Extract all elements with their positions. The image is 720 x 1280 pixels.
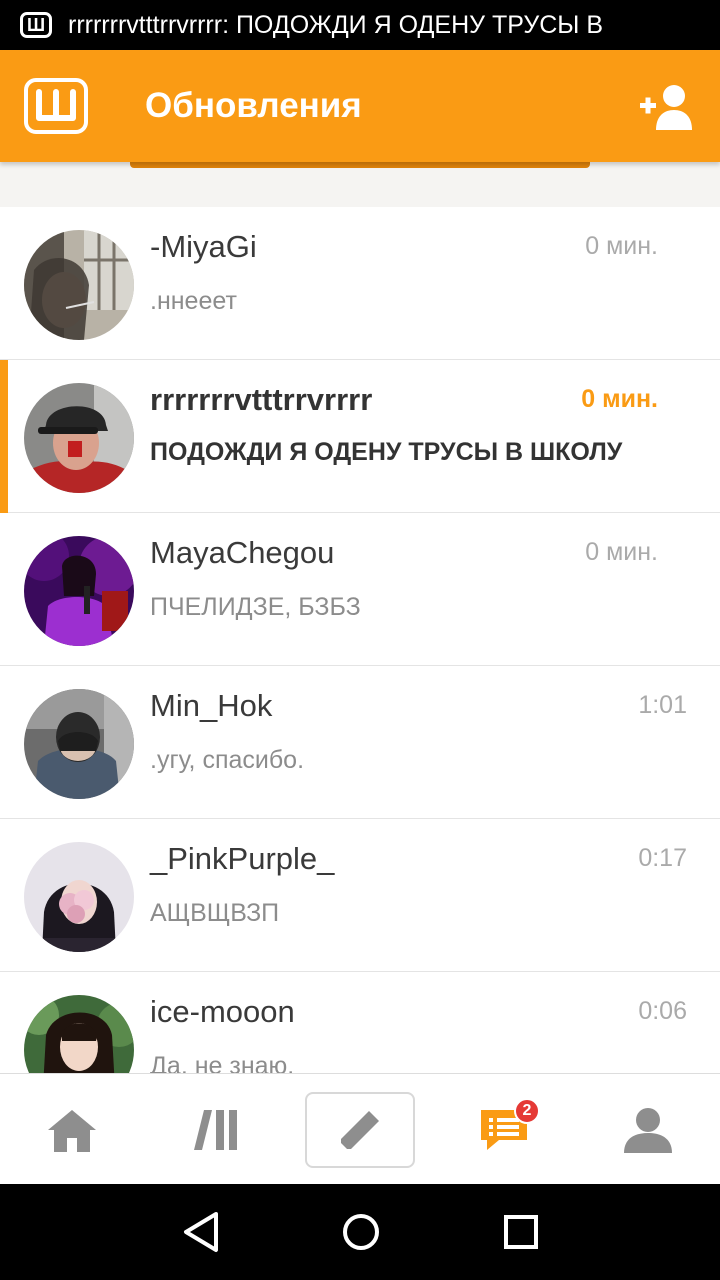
conversation-preview: .ннееет bbox=[150, 287, 237, 315]
recents-icon[interactable] bbox=[497, 1208, 545, 1256]
nav-library[interactable] bbox=[144, 1074, 288, 1185]
nav-messages[interactable]: 2 bbox=[432, 1074, 576, 1185]
page-title: Обновления bbox=[145, 86, 362, 125]
conversation-row[interactable]: MayaChegou ПЧЕЛИДЗЕ, БЗБЗ 0 мин. bbox=[0, 513, 720, 666]
conversation-list[interactable]: -MiyaGi .ннееет 0 мин. rrrrrrrvtttrrvrrr… bbox=[0, 207, 720, 1073]
conversation-name: -MiyaGi bbox=[150, 229, 257, 264]
conversation-time: 0 мин. bbox=[581, 385, 658, 413]
pencil-icon bbox=[341, 1110, 379, 1149]
back-icon[interactable] bbox=[178, 1208, 226, 1256]
conversation-name: Min_Hok bbox=[150, 688, 273, 723]
avatar bbox=[24, 230, 134, 340]
avatar bbox=[24, 383, 134, 493]
conversation-name: MayaChegou bbox=[150, 535, 335, 570]
avatar bbox=[24, 995, 134, 1073]
conversation-row[interactable]: -MiyaGi .ннееет 0 мин. bbox=[0, 207, 720, 360]
nav-home[interactable] bbox=[0, 1074, 144, 1185]
screen: Ш rrrrrrrvtttrrvrrrr: ПОДОЖДИ Я ОДЕНУ ТР… bbox=[0, 0, 720, 1280]
bottom-nav: 2 bbox=[0, 1073, 720, 1184]
messages-badge: 2 bbox=[514, 1098, 540, 1124]
profile-icon bbox=[624, 1107, 672, 1153]
conversation-time: 0 мин. bbox=[585, 538, 658, 566]
conversation-time: 0:17 bbox=[638, 844, 687, 872]
conversation-time: 0:06 bbox=[638, 997, 687, 1025]
system-nav-bar bbox=[0, 1184, 720, 1280]
avatar bbox=[24, 536, 134, 646]
wattpad-notification-icon: Ш bbox=[20, 12, 52, 38]
tab-indicator bbox=[130, 162, 590, 168]
write-button[interactable] bbox=[305, 1091, 415, 1168]
app-logo-icon[interactable] bbox=[24, 78, 88, 134]
app-bar: Обновления bbox=[0, 50, 720, 162]
conversation-row[interactable]: Min_Hok .угу, спасибо. 1:01 bbox=[0, 666, 720, 819]
conversation-row[interactable]: _PinkPurple_ АЩВЩВЗП 0:17 bbox=[0, 819, 720, 972]
avatar bbox=[24, 842, 134, 952]
home-icon bbox=[48, 1109, 96, 1152]
conversation-row-unread[interactable]: rrrrrrrvtttrrvrrrr ПОДОЖДИ Я ОДЕНУ ТРУСЫ… bbox=[0, 360, 720, 513]
conversation-preview: ПОДОЖДИ Я ОДЕНУ ТРУСЫ В ШКОЛУ bbox=[150, 438, 623, 466]
status-bar: Ш rrrrrrrvtttrrvrrrr: ПОДОЖДИ Я ОДЕНУ ТР… bbox=[0, 0, 720, 50]
conversation-preview: ПЧЕЛИДЗЕ, БЗБЗ bbox=[150, 593, 361, 621]
notification-text: rrrrrrrvtttrrvrrrr: ПОДОЖДИ Я ОДЕНУ ТРУС… bbox=[68, 10, 604, 39]
add-friend-icon[interactable] bbox=[640, 82, 696, 132]
library-icon bbox=[194, 1109, 237, 1150]
nav-write[interactable] bbox=[288, 1074, 432, 1185]
avatar bbox=[24, 689, 134, 799]
logo-glyph bbox=[36, 89, 76, 121]
conversation-name: rrrrrrrvtttrrvrrrr bbox=[150, 382, 373, 417]
conversation-time: 1:01 bbox=[638, 691, 687, 719]
conversation-name: ice-mooon bbox=[150, 994, 295, 1029]
conversation-preview: АЩВЩВЗП bbox=[150, 899, 280, 927]
conversation-row[interactable]: ice-mooon Да, не знаю. 0:06 bbox=[0, 972, 720, 1073]
home-circle-icon[interactable] bbox=[337, 1208, 385, 1256]
conversation-preview: .угу, спасибо. bbox=[150, 746, 305, 774]
conversation-name: _PinkPurple_ bbox=[150, 841, 335, 876]
nav-profile[interactable] bbox=[576, 1074, 720, 1185]
conversation-time: 0 мин. bbox=[585, 232, 658, 260]
conversation-preview: Да, не знаю. bbox=[150, 1052, 295, 1073]
